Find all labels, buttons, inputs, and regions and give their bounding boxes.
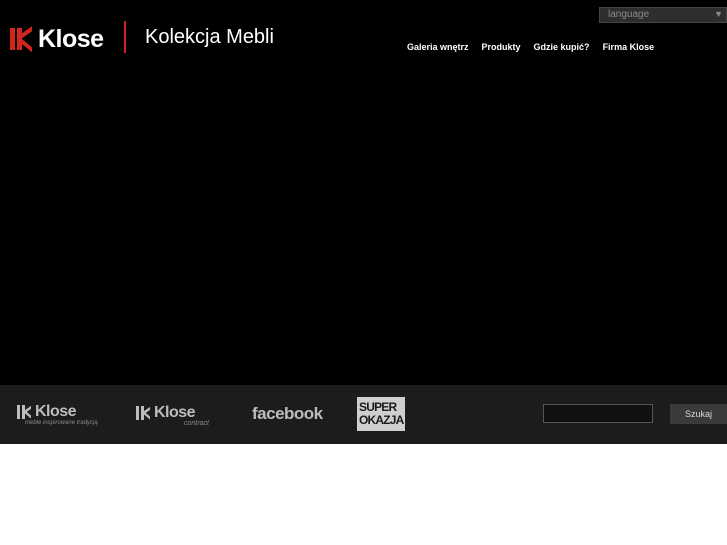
- footer-logo-sub: contract: [184, 420, 209, 427]
- hero-stage: Klose Kolekcja Mebli language ▼ Galeria …: [0, 0, 727, 385]
- brand-name: Klose: [38, 24, 104, 53]
- nav-item-galeria[interactable]: Galeria wnętrz: [407, 42, 469, 52]
- super-okazja-badge[interactable]: SUPER OKAZJA: [357, 397, 414, 431]
- header-divider: [124, 21, 126, 53]
- language-label: language: [608, 9, 650, 20]
- search-button[interactable]: Szukaj: [670, 404, 727, 424]
- exclamation-icon: [405, 397, 414, 431]
- search-input[interactable]: [543, 404, 653, 423]
- facebook-link[interactable]: facebook: [252, 404, 323, 424]
- footer-logo-klose[interactable]: Klose meble inspirowane tradycją: [17, 403, 98, 426]
- klose-logo[interactable]: Klose: [10, 22, 104, 56]
- chevron-down-icon: ▼: [714, 9, 723, 19]
- footer-logo-sub: meble inspirowane tradycją: [25, 420, 98, 426]
- super-text: SUPER: [359, 400, 397, 414]
- nav-item-gdzie-kupic[interactable]: Gdzie kupić?: [534, 42, 590, 52]
- klose-logo-mark-icon: [10, 26, 32, 53]
- footer-bar: Klose meble inspirowane tradycją Klose c…: [0, 385, 727, 444]
- klose-logo-mark-icon: [136, 406, 150, 420]
- language-select[interactable]: language ▼: [599, 7, 727, 23]
- footer-logo-word: Klose: [35, 403, 77, 420]
- nav-item-firma[interactable]: Firma Klose: [603, 42, 655, 52]
- main-nav: Galeria wnętrz Produkty Gdzie kupić? Fir…: [407, 42, 667, 52]
- klose-logo-mark-icon: [17, 405, 31, 419]
- nav-item-produkty[interactable]: Produkty: [482, 42, 521, 52]
- footer-logo-klose-contract[interactable]: Klose contract: [136, 404, 209, 427]
- page-tagline: Kolekcja Mebli: [145, 26, 274, 48]
- okazja-text: OKAZJA: [359, 413, 404, 427]
